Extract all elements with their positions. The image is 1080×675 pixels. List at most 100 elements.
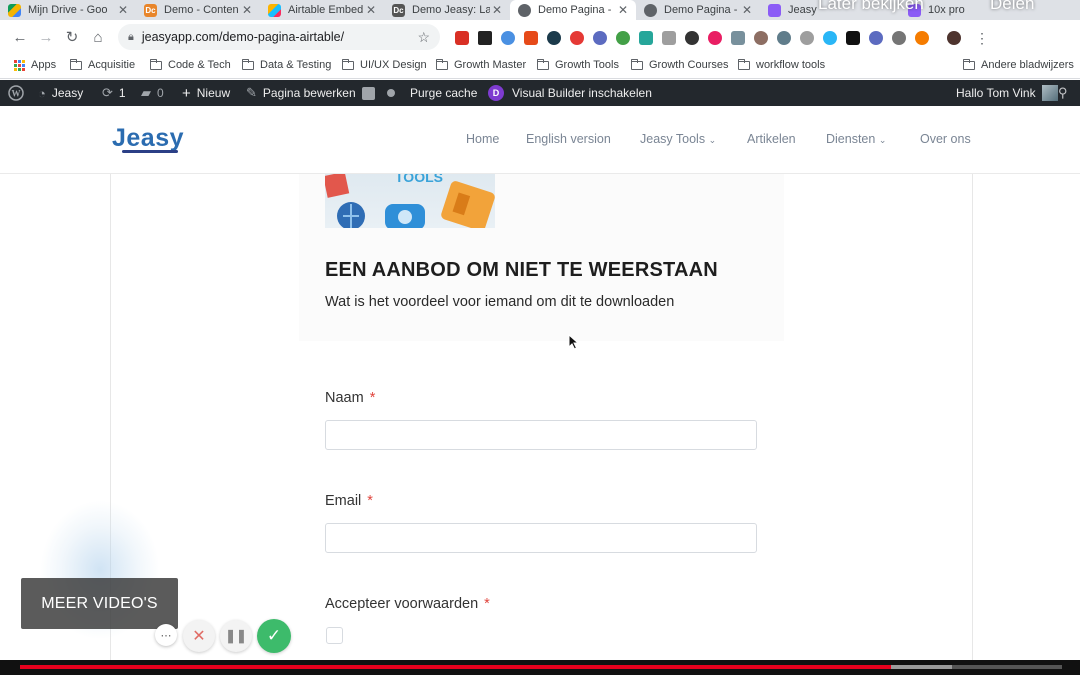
folder-icon [738, 58, 750, 70]
bookmark-apps[interactable]: Apps [14, 59, 56, 71]
required-marker: * [484, 596, 490, 612]
browser-tab-strip: Mijn Drive - Goo ✕ Dc Demo - Conten ✕ Ai… [0, 0, 1080, 20]
nav-label: Jeasy Tools [640, 132, 706, 146]
nav-over-ons[interactable]: Over ons [920, 132, 971, 146]
site-logo[interactable]: Jeasy [112, 124, 184, 153]
browser-tab-active[interactable]: Demo Pagina - ✕ [510, 0, 636, 20]
home-icon[interactable]: ⌂ [85, 24, 111, 50]
close-tab-icon[interactable]: ✕ [240, 3, 254, 17]
extension-icon[interactable] [478, 31, 492, 45]
plus-icon: + [182, 84, 191, 102]
name-field[interactable] [325, 420, 757, 450]
forward-icon[interactable]: → [33, 24, 59, 50]
close-tab-icon[interactable]: ✕ [616, 3, 630, 17]
browser-tab[interactable]: Dc Demo - Conten ✕ [136, 0, 260, 20]
lock-icon: 🔒︎ [128, 30, 134, 43]
pause-icon[interactable]: ❚❚ [220, 620, 252, 652]
share-overlay[interactable]: Delen [990, 0, 1034, 14]
cancel-icon[interactable]: ✕ [183, 620, 215, 652]
folder-icon [631, 58, 643, 70]
extension-icon[interactable] [892, 31, 906, 45]
wp-site-link[interactable]: ◔ Jeasy [38, 80, 83, 106]
wp-greeting: Hallo Tom Vink [956, 86, 1036, 100]
wp-purge-label: Purge cache [410, 86, 478, 100]
reload-icon[interactable]: ↻ [59, 24, 85, 50]
bookmark-folder[interactable]: Data & Testing [242, 58, 331, 71]
extension-icon[interactable] [846, 31, 860, 45]
browser-tab[interactable]: Demo Pagina - ✕ [636, 0, 760, 20]
bookmark-other[interactable]: Andere bladwijzers [963, 58, 1074, 71]
browser-tab[interactable]: Dc Demo Jeasy: La ✕ [384, 0, 510, 20]
bookmark-folder[interactable]: Acquisitie [70, 58, 136, 71]
extension-icon[interactable] [915, 31, 929, 45]
search-icon[interactable]: ⚲ [1058, 80, 1068, 106]
bookmark-folder[interactable]: UI/UX Design [342, 58, 427, 71]
bookmark-folder[interactable]: Growth Courses [631, 58, 728, 71]
extension-icon[interactable] [501, 31, 515, 45]
watch-later-overlay[interactable]: Later bekijken [818, 0, 924, 14]
wp-visual-builder[interactable]: D Visual Builder inschakelen [488, 80, 652, 106]
more-videos-button[interactable]: MEER VIDEO'S [21, 578, 178, 629]
url-text[interactable]: jeasyapp.com/demo-pagina-airtable/ [142, 30, 418, 44]
wp-edit-page[interactable]: ✎ Pagina bewerken [246, 80, 356, 106]
browser-tab[interactable]: Mijn Drive - Goo ✕ [0, 0, 136, 20]
back-icon[interactable]: ← [7, 24, 33, 50]
extension-icon[interactable] [616, 31, 630, 45]
extension-icon[interactable] [547, 31, 561, 45]
extension-icon[interactable] [869, 31, 883, 45]
nav-artikelen[interactable]: Artikelen [747, 132, 796, 146]
bookmark-label: Growth Tools [555, 59, 619, 71]
folder-icon [436, 58, 448, 70]
nav-diensten[interactable]: Diensten ⌄ [826, 132, 886, 146]
extension-icon[interactable] [823, 31, 837, 45]
wp-comments-count: 0 [157, 86, 164, 100]
menu-kebab-icon[interactable]: ⋮ [975, 30, 989, 47]
bookmark-folder[interactable]: workflow tools [738, 58, 825, 71]
bookmark-star-icon[interactable]: ☆ [417, 29, 430, 46]
svg-text:TOOLS: TOOLS [395, 174, 443, 185]
extension-icon[interactable] [754, 31, 768, 45]
wp-purge-cache[interactable]: Purge cache [410, 80, 477, 106]
extension-icon[interactable] [685, 31, 699, 45]
close-tab-icon[interactable]: ✕ [364, 3, 378, 17]
progress-track[interactable] [20, 665, 1062, 669]
tab-title: Demo Jeasy: La [412, 4, 490, 16]
bookmark-folder[interactable]: Code & Tech [150, 58, 231, 71]
extension-icon[interactable] [731, 31, 745, 45]
close-tab-icon[interactable]: ✕ [116, 3, 130, 17]
extension-icon[interactable] [662, 31, 676, 45]
address-bar[interactable]: 🔒︎ jeasyapp.com/demo-pagina-airtable/ ☆ [118, 24, 440, 50]
mouse-cursor-icon [568, 334, 580, 350]
profile-avatar[interactable] [947, 31, 961, 45]
extension-icon[interactable] [708, 31, 722, 45]
wp-comments[interactable]: ▰ 0 [141, 80, 164, 106]
wordpress-logo-icon[interactable]: W [8, 80, 24, 106]
extension-icon[interactable] [570, 31, 584, 45]
nav-english-version[interactable]: English version [526, 132, 611, 146]
close-tab-icon[interactable]: ✕ [490, 3, 504, 17]
extension-icon[interactable] [639, 31, 653, 45]
nav-home[interactable]: Home [466, 132, 499, 146]
extension-icon[interactable] [593, 31, 607, 45]
bookmark-folder[interactable]: Growth Master [436, 58, 526, 71]
bookmark-folder[interactable]: Growth Tools [537, 58, 619, 71]
offer-image: TOOLS [325, 174, 495, 228]
extension-icon[interactable] [777, 31, 791, 45]
wp-updates[interactable]: ⟳ 1 [102, 80, 126, 106]
bookmark-label: Acquisitie [88, 59, 136, 71]
extension-icon[interactable] [524, 31, 538, 45]
email-field[interactable] [325, 523, 757, 553]
more-options-icon[interactable]: ⋯ [155, 624, 177, 646]
wp-account[interactable]: Hallo Tom Vink [956, 80, 1058, 106]
browser-tab[interactable]: Airtable Embed ✕ [260, 0, 384, 20]
wp-new[interactable]: + Nieuw [182, 80, 230, 106]
confirm-check-icon[interactable]: ✓ [257, 619, 291, 653]
video-progress-bar[interactable] [0, 660, 1080, 675]
extension-icon[interactable] [800, 31, 814, 45]
nav-jeasy-tools[interactable]: Jeasy Tools ⌄ [640, 132, 716, 146]
yoast-icon[interactable] [362, 80, 375, 106]
extension-icon[interactable] [455, 31, 469, 45]
close-tab-icon[interactable]: ✕ [740, 3, 754, 17]
terms-checkbox[interactable] [326, 627, 343, 644]
google-drive-icon [8, 3, 21, 17]
